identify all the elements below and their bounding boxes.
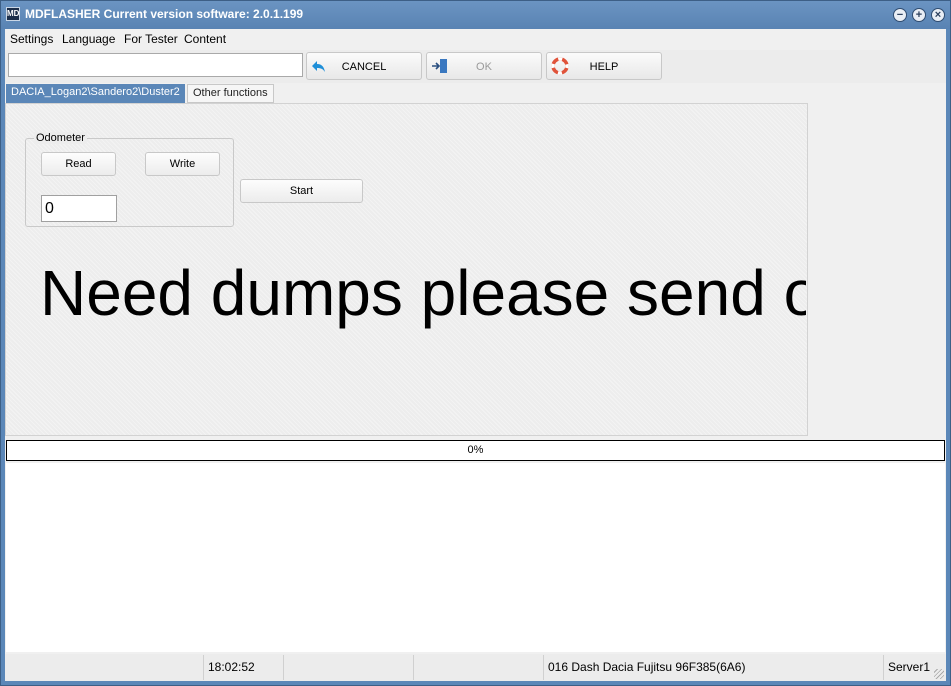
cancel-button[interactable]: CANCEL	[306, 52, 422, 80]
ecu-selector-combo[interactable]	[8, 53, 303, 77]
tab-other-functions[interactable]: Other functions	[187, 84, 274, 103]
menu-language[interactable]: Language	[62, 32, 115, 46]
window-title: MDFLASHER Current version software: 2.0.…	[25, 7, 304, 21]
resize-grip[interactable]	[934, 669, 944, 679]
status-segment-empty-3	[414, 655, 544, 680]
tab-bar: DACIA_Logan2\Sandero2\Duster2 Other func…	[5, 84, 946, 103]
menu-settings[interactable]: Settings	[10, 32, 53, 46]
toolbar: CANCEL OK HELP	[5, 50, 946, 83]
help-label: HELP	[589, 61, 619, 73]
progress-text: 0%	[467, 444, 484, 456]
write-button[interactable]: Write	[145, 152, 220, 176]
minimize-button[interactable]: −	[893, 8, 907, 22]
log-area[interactable]	[6, 463, 945, 652]
app-logo-icon: MD	[6, 7, 20, 21]
status-bar: 18:02:52 016 Dash Dacia Fujitsu 96F385(6…	[5, 654, 946, 681]
progress-bar: 0%	[6, 440, 945, 461]
help-button[interactable]: HELP	[546, 52, 662, 80]
cancel-label: CANCEL	[341, 61, 387, 73]
read-button[interactable]: Read	[41, 152, 116, 176]
odometer-value-input[interactable]: 0	[41, 195, 117, 222]
menu-bar: Settings Language For Tester Content	[5, 29, 946, 50]
app-window: MD MDFLASHER Current version software: 2…	[0, 0, 951, 686]
ok-button[interactable]: OK	[426, 52, 542, 80]
tab-dacia-logan2[interactable]: DACIA_Logan2\Sandero2\Duster2	[6, 84, 185, 103]
dumps-message: Need dumps please send o	[40, 257, 806, 329]
status-time: 18:02:52	[204, 655, 284, 680]
close-button[interactable]: ×	[931, 8, 945, 22]
start-button[interactable]: Start	[240, 179, 363, 203]
status-segment-empty-2	[284, 655, 414, 680]
ok-label: OK	[476, 61, 492, 73]
title-bar[interactable]: MD MDFLASHER Current version software: 2…	[1, 1, 950, 29]
menu-content[interactable]: Content	[184, 32, 226, 46]
maximize-button[interactable]: +	[912, 8, 926, 22]
client-area: Settings Language For Tester Content CAN…	[5, 29, 946, 681]
menu-for-tester[interactable]: For Tester	[124, 32, 178, 46]
odometer-group: Odometer Read Write 0	[25, 132, 234, 227]
tab-panel: Odometer Read Write 0 Start Need dumps p…	[5, 103, 808, 436]
odometer-group-title: Odometer	[34, 132, 87, 144]
status-segment-empty-1	[5, 655, 204, 680]
status-device: 016 Dash Dacia Fujitsu 96F385(6A6)	[544, 655, 884, 680]
